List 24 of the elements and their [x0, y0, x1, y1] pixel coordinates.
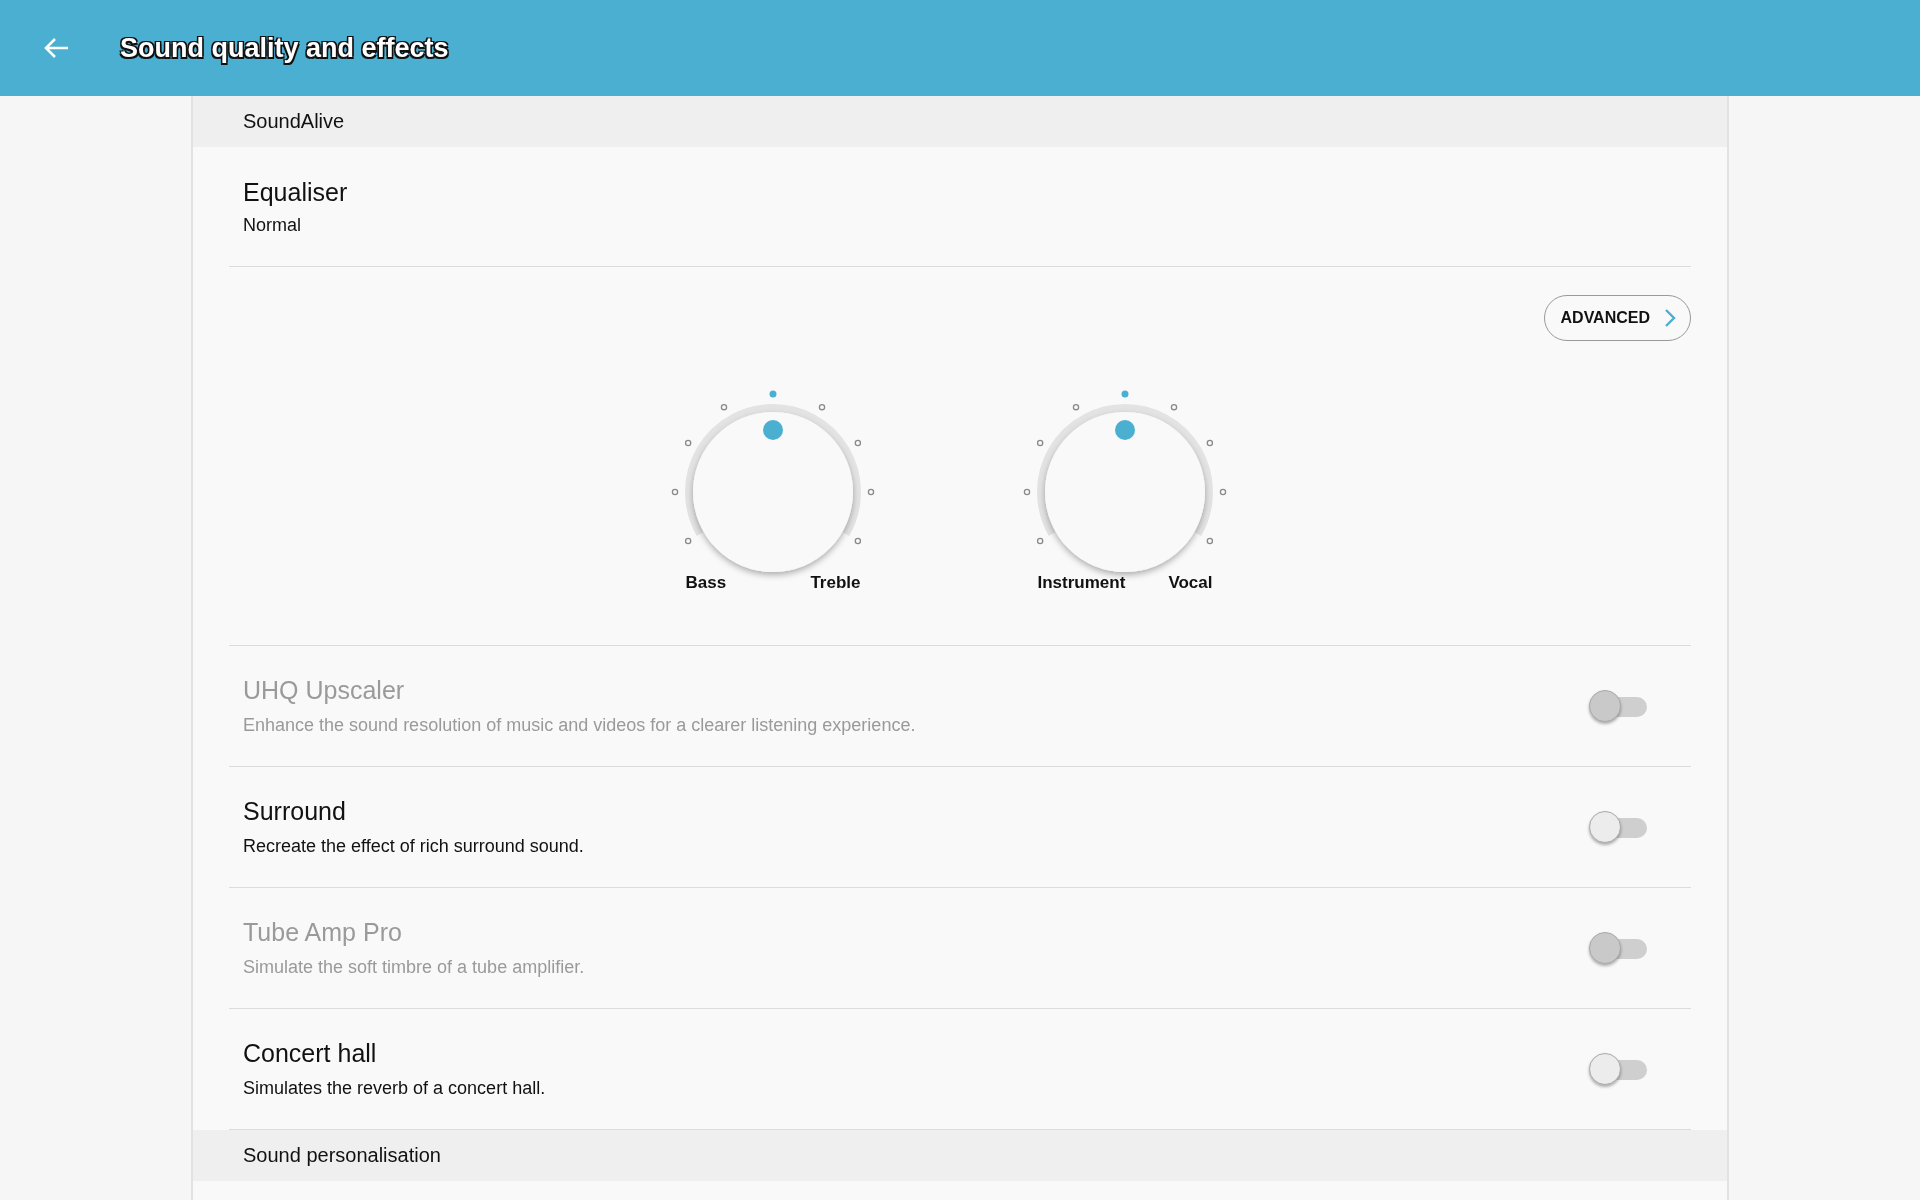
screen-title: Sound quality and effects: [120, 32, 449, 64]
knob-label: Treble: [810, 573, 861, 593]
item-description: Enhance the sound resolution of music and videos for a clearer listening experience.: [243, 715, 916, 736]
settings-item[interactable]: Surround Recreate the effect of rich surround sound.: [229, 767, 1691, 888]
item-title: UHQ Upscaler: [243, 676, 406, 705]
item-description: Recreate the effect of rich surround sound.: [243, 836, 584, 857]
toggle-switch[interactable]: [1589, 809, 1649, 845]
item-title: Concert hall: [243, 1039, 378, 1068]
settings-item[interactable]: Equaliser Normal: [229, 147, 1691, 267]
back-arrow-icon: [42, 36, 70, 60]
advanced-button[interactable]: ADVANCED: [1543, 295, 1691, 341]
toggle-switch[interactable]: [1589, 1051, 1649, 1087]
section-title: SoundAlive: [243, 110, 345, 133]
item-value: Normal: [243, 214, 302, 236]
item-description: Simulate the soft timbre of a tube amplifier.: [243, 957, 585, 978]
knob-label: Instrument: [1037, 573, 1126, 593]
knob-label: Bass: [685, 573, 727, 593]
item-title: Tube Amp Pro: [243, 918, 403, 947]
section-title: Sound personalisation: [243, 1144, 441, 1167]
item-title: Equaliser: [243, 177, 349, 207]
chevron-right-icon: [1664, 308, 1676, 328]
knob-label: Vocal: [1168, 573, 1213, 593]
item-title: Surround: [243, 797, 347, 826]
item-description: Simulates the reverb of a concert hall.: [243, 1078, 546, 1099]
